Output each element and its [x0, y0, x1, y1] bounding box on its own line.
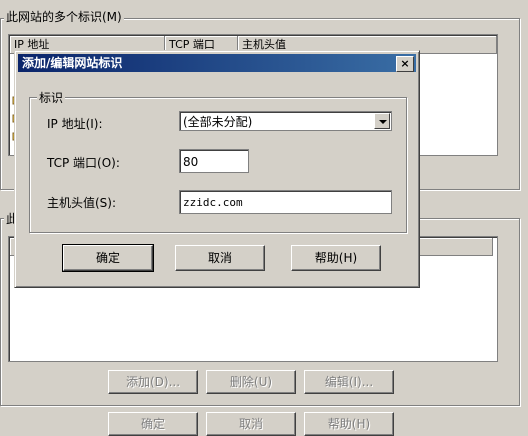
port-label: TCP 端口(O): [47, 156, 120, 170]
cancel-button[interactable]: 取消 [175, 245, 265, 271]
close-icon[interactable]: × [396, 56, 414, 72]
chevron-down-icon[interactable] [374, 113, 390, 129]
identities-group-label: 此网站的多个标识(M) [4, 8, 124, 25]
help-button[interactable]: 帮助(H) [291, 245, 381, 271]
edit-button[interactable]: 编辑(I)... [304, 370, 394, 394]
bg-cancel-button[interactable]: 取消 [206, 412, 296, 436]
dialog-title: 添加/编辑网站标识 [22, 56, 123, 70]
host-input[interactable]: zzidc.com [179, 190, 392, 214]
bg-ok-button[interactable]: 确定 [108, 412, 198, 436]
host-label: 主机头值(S): [47, 196, 117, 210]
ip-select-value: (全部未分配) [183, 115, 253, 129]
port-input[interactable]: 80 [179, 149, 249, 173]
remove-button[interactable]: 删除(U) [206, 370, 296, 394]
add-edit-identity-dialog: 添加/编辑网站标识 × 标识 IP 地址(I): (全部未分配) TCP 端口(… [14, 50, 420, 288]
ok-button[interactable]: 确定 [62, 244, 154, 272]
ip-label: IP 地址(I): [47, 117, 103, 131]
add-button[interactable]: 添加(D)... [108, 370, 198, 394]
ip-select[interactable]: (全部未分配) [179, 111, 392, 131]
bg-help-button[interactable]: 帮助(H) [304, 412, 394, 436]
identity-group-label: 标识 [37, 89, 66, 106]
dialog-titlebar[interactable]: 添加/编辑网站标识 × [18, 54, 416, 72]
